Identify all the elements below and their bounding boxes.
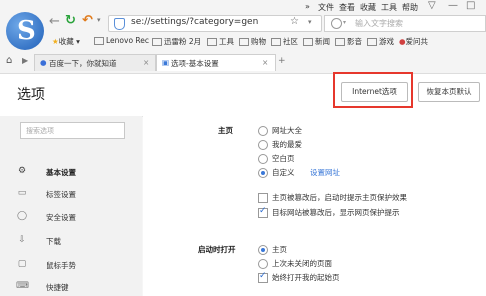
sidebar-item-security[interactable]: ◯ 安全设置: [16, 209, 136, 225]
home-icon[interactable]: ⌂: [6, 55, 12, 66]
bookmark-news[interactable]: 新闻: [303, 36, 330, 47]
bookmark-media[interactable]: 影音: [335, 36, 362, 47]
undo-icon[interactable]: ↶: [82, 13, 93, 28]
browser-logo-icon: S: [6, 12, 44, 50]
close-icon[interactable]: ×: [262, 58, 268, 67]
set-url-link[interactable]: 设置网址: [310, 167, 340, 178]
search-engine-dropdown-icon[interactable]: ▾: [343, 19, 346, 26]
new-tab-button[interactable]: +: [278, 56, 286, 66]
mouse-icon: ▢: [17, 259, 27, 269]
folder-icon: [152, 38, 162, 46]
tab-baidu[interactable]: ● 百度一下，你就知道 ×: [34, 54, 156, 71]
address-text[interactable]: se://settings/?category=gen: [131, 17, 258, 27]
menu-help[interactable]: 帮助: [402, 2, 418, 13]
homepage-section-label: 主页: [218, 126, 233, 135]
keyboard-icon: ⌨: [16, 281, 29, 291]
menu-view[interactable]: 查看: [339, 2, 355, 13]
radio-button[interactable]: [258, 126, 268, 136]
bookmark-xunlei[interactable]: 迅雷粉 2月: [152, 36, 201, 47]
chevron-down-icon[interactable]: ▾: [97, 16, 101, 24]
checkbox-checked[interactable]: [258, 271, 268, 283]
menu-file[interactable]: 文件: [318, 2, 334, 13]
radio-button-selected[interactable]: [258, 245, 268, 255]
tab-options-basic[interactable]: ▣ 选项-基本设置 ×: [156, 54, 276, 71]
skin-icon[interactable]: ▽: [428, 0, 436, 11]
options-header: [0, 73, 486, 117]
folder-icon: [303, 38, 313, 46]
search-placeholder: 输入文字搜索: [355, 19, 403, 28]
maximize-icon[interactable]: □: [466, 0, 475, 11]
folder-icon: [239, 38, 249, 46]
bookmark-iask[interactable]: ●爱问共: [399, 36, 428, 47]
sidebar-item-basic[interactable]: ⚙ 基本设置: [16, 164, 136, 180]
radio-button[interactable]: [258, 154, 268, 164]
shield-icon: ◯: [16, 211, 28, 221]
search-box[interactable]: ▾ 输入文字搜索: [324, 15, 486, 32]
sidebar-item-shortcuts[interactable]: ⌨ 快捷键: [16, 279, 136, 295]
folder-icon: [271, 38, 281, 46]
checkbox-checked[interactable]: [258, 206, 268, 218]
options-search-input[interactable]: 搜索选项: [20, 122, 125, 139]
menu-arrow-icon[interactable]: »: [305, 2, 310, 11]
close-icon[interactable]: ×: [143, 58, 149, 67]
bookmark-favorites[interactable]: ★收藏 ▾: [52, 36, 80, 47]
bookmark-tools[interactable]: 工具: [207, 36, 234, 47]
menu-tools[interactable]: 工具: [381, 2, 397, 13]
baidu-paw-icon: ●: [40, 58, 47, 67]
radio-button[interactable]: [258, 140, 268, 150]
refresh-icon[interactable]: ↻: [65, 13, 76, 28]
radio-button[interactable]: [258, 259, 268, 269]
download-icon: ⇩: [18, 235, 26, 245]
bookmark-games[interactable]: 游戏: [367, 36, 394, 47]
folder-icon: [94, 37, 104, 45]
folder-icon: [367, 38, 377, 46]
checkbox[interactable]: [258, 193, 268, 203]
radio-button-selected[interactable]: [258, 168, 268, 178]
tab-icon: ▭: [17, 188, 27, 198]
bookmark-community[interactable]: 社区: [271, 36, 298, 47]
back-icon[interactable]: ←: [49, 14, 60, 29]
star-icon[interactable]: ☆: [290, 16, 299, 27]
sidebar-item-mouse-gestures[interactable]: ▢ 鼠标手势: [16, 257, 136, 273]
gear-icon: ⚙: [17, 166, 27, 176]
address-dropdown-icon[interactable]: ▾: [308, 18, 312, 26]
tab-list-icon[interactable]: ▶: [22, 56, 28, 65]
highlight-box: [333, 72, 413, 108]
minimize-icon[interactable]: —: [448, 0, 458, 11]
restore-defaults-button[interactable]: 恢复本页默认: [418, 82, 480, 102]
options-content: [143, 116, 486, 296]
bookmark-shopping[interactable]: 购物: [239, 36, 266, 47]
bookmark-lenovo[interactable]: Lenovo Rec: [94, 36, 149, 45]
startup-section-label: 启动时打开: [198, 245, 236, 254]
search-engine-icon[interactable]: [331, 18, 342, 29]
settings-page-icon: ▣: [162, 58, 170, 67]
sidebar-item-tabs[interactable]: ▭ 标签设置: [16, 186, 136, 202]
address-bar[interactable]: se://settings/?category=gen ☆ ▾: [108, 15, 322, 32]
page-title: 选项: [17, 87, 45, 103]
menu-favorites[interactable]: 收藏: [360, 2, 376, 13]
favorites-star-icon: ★: [52, 37, 59, 46]
sidebar-item-download[interactable]: ⇩ 下载: [16, 233, 136, 249]
folder-icon: [335, 38, 345, 46]
security-shield-icon: [114, 18, 125, 30]
folder-icon: [207, 38, 217, 46]
